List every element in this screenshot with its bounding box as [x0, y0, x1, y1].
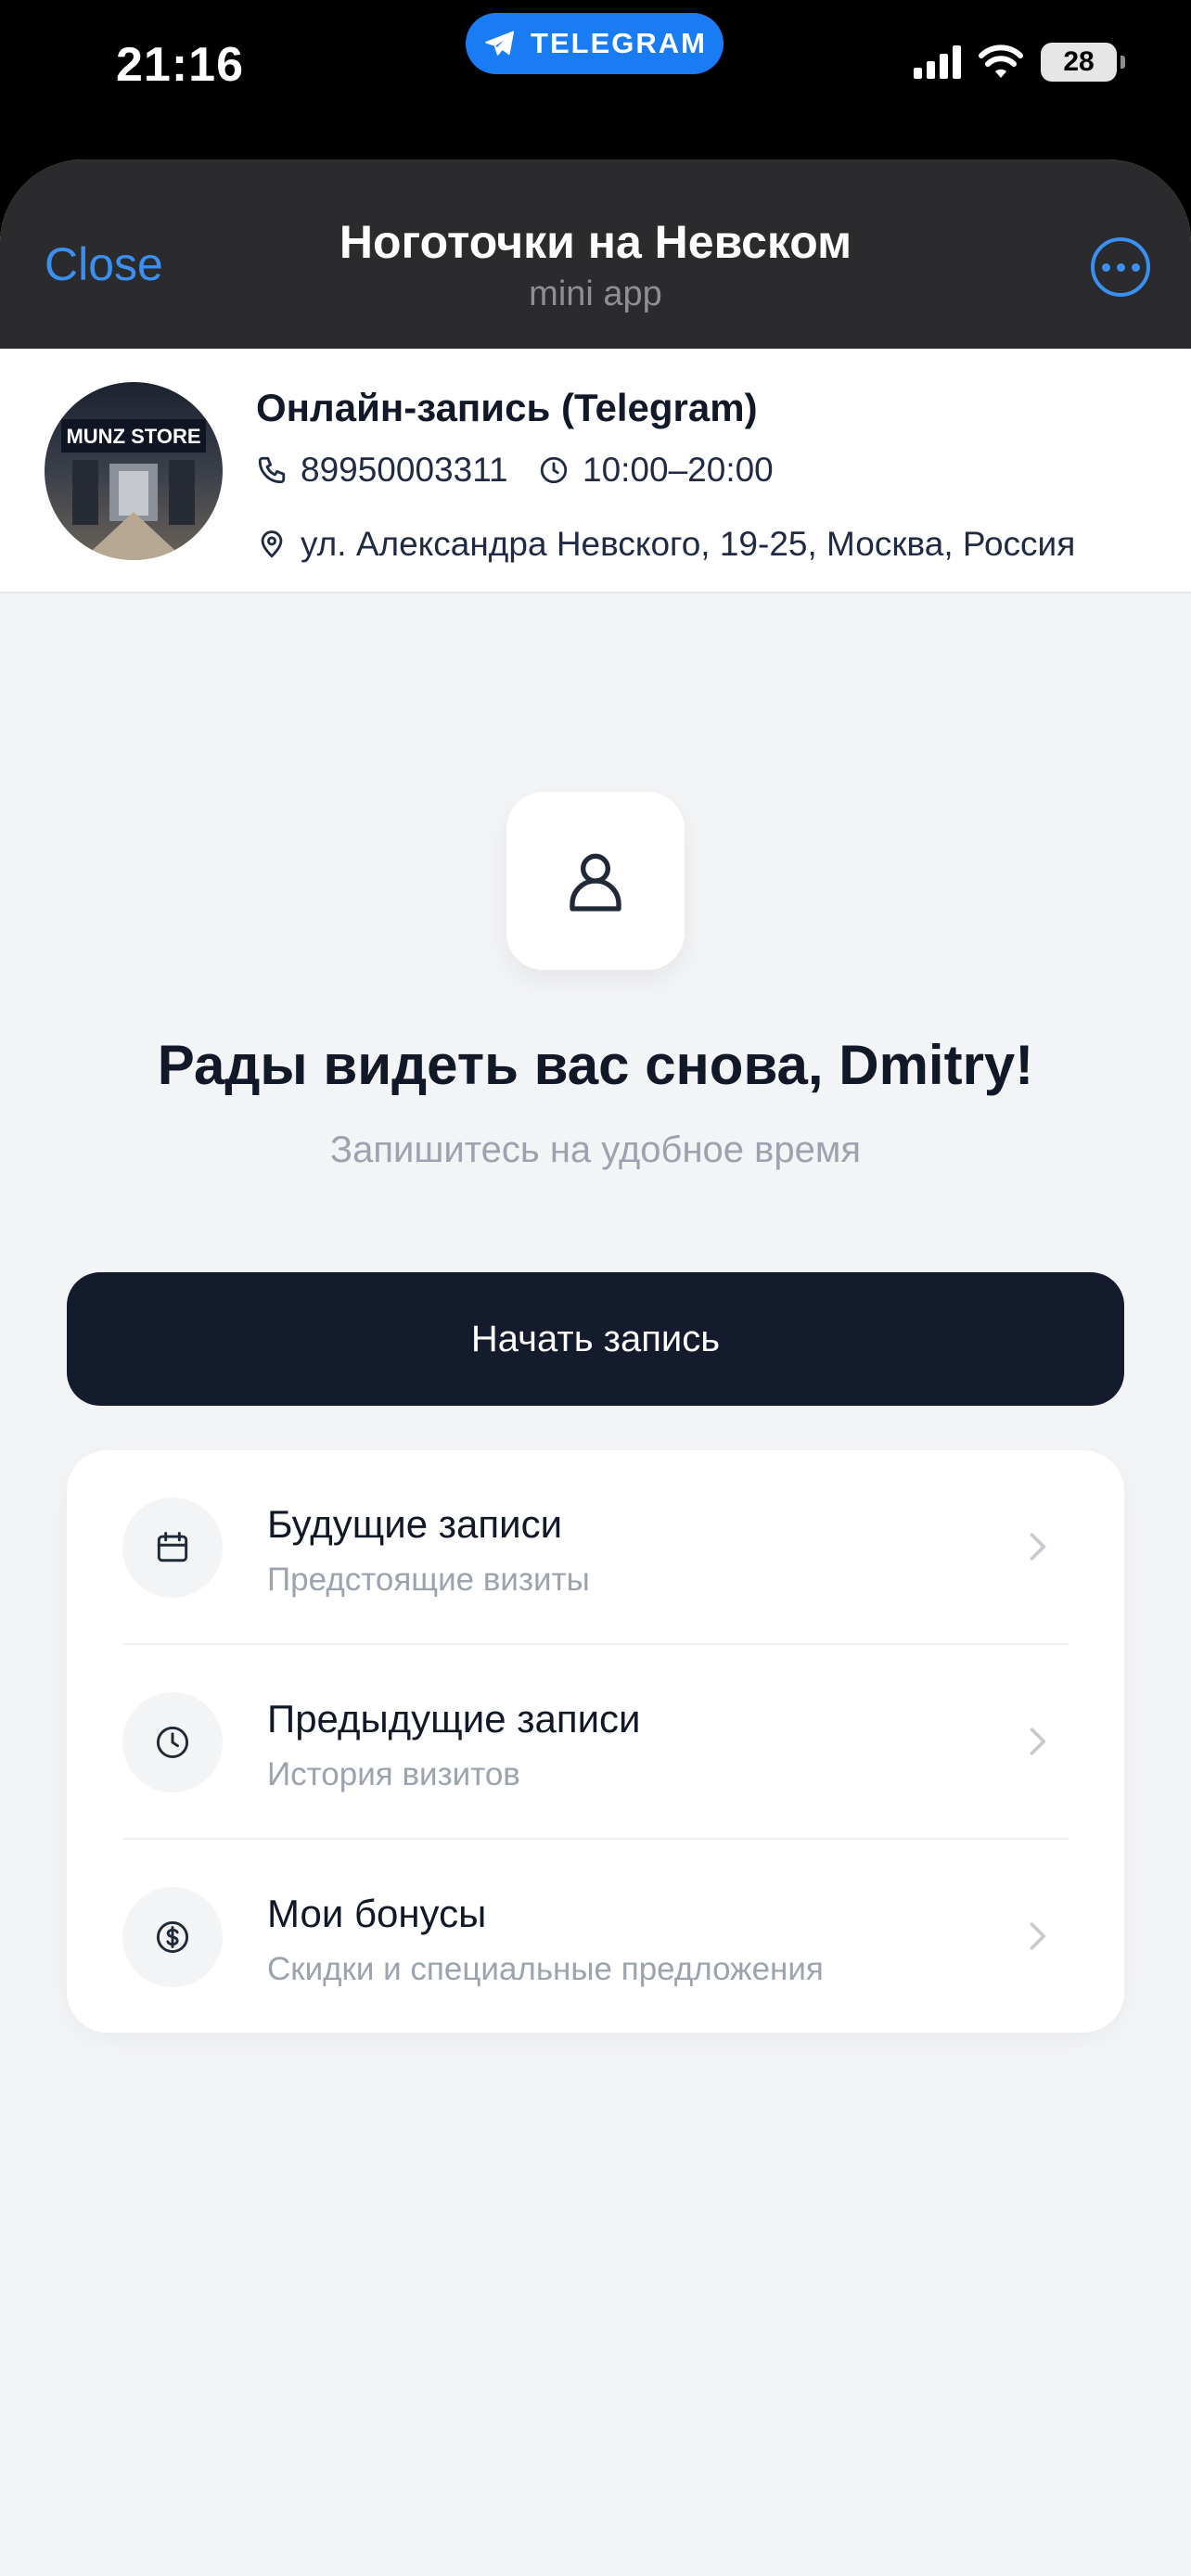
- phone-icon: [258, 456, 286, 484]
- clock-icon: [540, 456, 568, 484]
- telegram-pill[interactable]: TELEGRAM: [466, 13, 724, 74]
- status-bar: 21:16 TELEGRAM 28: [0, 0, 1191, 139]
- nav-header: Close Ноготочки на Невском mini app: [0, 159, 1191, 349]
- user-icon: [570, 853, 621, 912]
- menu-item-label: Предыдущие записи: [267, 1697, 641, 1741]
- menu-item-description: Предстоящие визиты: [267, 1562, 590, 1598]
- start-booking-button[interactable]: Начать запись: [67, 1272, 1124, 1406]
- dollar-icon: [122, 1887, 223, 1987]
- menu-item-label: Мои бонусы: [267, 1892, 487, 1935]
- location-pin-icon: [261, 530, 283, 558]
- mini-app-sheet: Close Ноготочки на Невском mini app MUNZ…: [0, 159, 1191, 2576]
- welcome-subtitle: Запишитесь на удобное время: [329, 1129, 862, 1170]
- chevron-right-icon: [1030, 1922, 1046, 1950]
- address-text: ул. Александра Невского, 19-25, Москва, …: [301, 525, 1076, 563]
- business-address[interactable]: ул. Александра Невского, 19-25, Москва, …: [256, 525, 1075, 564]
- hours-text: 10:00–20:00: [583, 451, 774, 489]
- battery-icon: 28: [1041, 43, 1125, 82]
- menu-item-past-bookings[interactable]: Предыдущие записи История визитов: [67, 1645, 1124, 1840]
- telegram-icon: [485, 31, 515, 56]
- avatar: MUNZ STORE: [45, 382, 223, 560]
- menu-item-future-bookings[interactable]: Будущие записи Предстоящие визиты: [67, 1450, 1124, 1645]
- wifi-icon: [979, 45, 1023, 78]
- status-time: 21:16: [116, 38, 244, 92]
- business-info: MUNZ STORE Онлайн-запись (Telegram) 8995…: [0, 349, 1191, 593]
- more-options-button[interactable]: [1091, 237, 1150, 297]
- telegram-label: TELEGRAM: [531, 27, 707, 59]
- business-hours: 10:00–20:00: [538, 451, 774, 490]
- menu-item-description: Скидки и специальные предложения: [267, 1951, 824, 1987]
- business-name: Онлайн-запись (Telegram): [256, 386, 758, 429]
- menu-item-bonuses[interactable]: Мои бонусы Скидки и специальные предложе…: [67, 1840, 1124, 2034]
- menu-card: Будущие записи Предстоящие визиты Предыд…: [67, 1450, 1124, 2033]
- clock-icon: [122, 1692, 223, 1792]
- chevron-right-icon: [1030, 1728, 1046, 1755]
- status-icons: 28: [914, 43, 1125, 82]
- app-subtitle: mini app: [529, 274, 662, 313]
- calendar-icon: [122, 1498, 223, 1598]
- menu-item-label: Будущие записи: [267, 1502, 563, 1546]
- menu-item-description: История визитов: [267, 1756, 520, 1792]
- chevron-right-icon: [1030, 1533, 1046, 1561]
- business-phone[interactable]: 89950003311: [256, 451, 508, 490]
- app-title: Ноготочки на Невском: [339, 216, 852, 268]
- welcome-title: Рады видеть вас снова, Dmitry!: [157, 1034, 1034, 1096]
- user-avatar-tile: [506, 792, 685, 970]
- phone-number: 89950003311: [301, 451, 508, 489]
- cellular-signal-icon: [914, 45, 961, 79]
- avatar-sign: MUNZ STORE: [66, 425, 200, 448]
